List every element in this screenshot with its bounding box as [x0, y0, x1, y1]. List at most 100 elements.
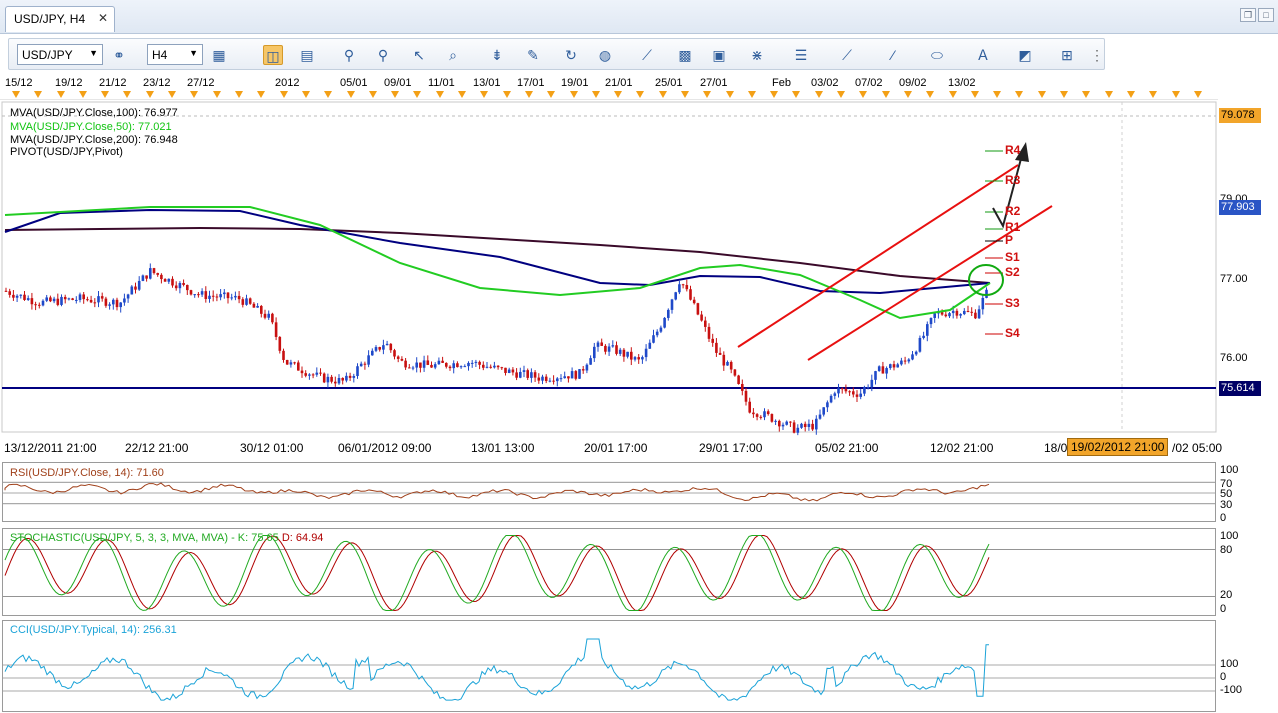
candle-body: [178, 283, 182, 289]
candle-body: [470, 362, 474, 364]
chart-tab[interactable]: USD/JPY, H4 ✕: [5, 6, 115, 32]
candle-body: [951, 310, 955, 314]
candle-body: [256, 305, 259, 308]
event-marker: [726, 91, 734, 98]
candle-body: [622, 349, 626, 357]
candle-body: [644, 348, 648, 358]
cursor-icon[interactable]: ↖: [409, 45, 429, 65]
symbol-select[interactable]: USD/JPY ▼: [17, 44, 103, 65]
candle-body: [363, 363, 367, 365]
top-date-label: 2012: [275, 77, 300, 89]
eraser-icon[interactable]: ◩: [1015, 45, 1035, 65]
candle-body: [34, 304, 37, 306]
x-axis-label: 05/02 21:00: [815, 441, 879, 455]
candle-body: [415, 362, 418, 368]
legend-ma200-text: MVA(USD/JPY.Close,200): 76.948: [10, 134, 178, 146]
template-icon[interactable]: ▣: [709, 45, 729, 65]
candle-body: [123, 298, 126, 303]
candle-body: [45, 297, 48, 301]
candle-body: [489, 366, 492, 368]
top-date-label: 05/01: [340, 77, 368, 89]
event-marker: [815, 91, 823, 98]
zoom-in-icon[interactable]: ⚲: [339, 45, 359, 65]
candle-body: [193, 294, 196, 296]
candle-body: [500, 367, 504, 369]
line-zoom-icon[interactable]: ⌕: [443, 45, 463, 65]
timeframe-select[interactable]: H4 ▼: [147, 44, 203, 65]
candle-body: [356, 366, 359, 376]
candle-body: [278, 336, 282, 351]
levels-icon[interactable]: ☰: [791, 45, 811, 65]
x-axis-label: 20/01 17:00: [584, 441, 648, 455]
cci-scale-label: 0: [1220, 671, 1227, 683]
hierarchy-icon[interactable]: ⊞: [1057, 45, 1077, 65]
trendline-icon[interactable]: ⟋: [837, 45, 857, 65]
candle-body: [315, 372, 319, 375]
crosshair-icon[interactable]: ⋇: [747, 45, 767, 65]
pencil-icon[interactable]: ✎: [523, 45, 543, 65]
measure-icon[interactable]: ⟋: [637, 45, 657, 65]
chart-toolbar: USD/JPY ▼ ⚭ H4 ▼ ▦ ◫ ▤ ⚲ ⚲ ↖ ⌕ ⇟ ✎ ↻ ◍ ⟋…: [8, 38, 1105, 70]
candle-body: [692, 299, 696, 304]
legend-ma100-text: MVA(USD/JPY.Close,100): 76.977: [10, 107, 178, 119]
candle-body: [126, 294, 130, 299]
restore-icon[interactable]: ❐: [1240, 8, 1256, 22]
candle-body: [93, 302, 97, 304]
candle-body: [112, 299, 115, 305]
top-date-label: 03/02: [811, 77, 839, 89]
candle-body: [189, 290, 193, 295]
candle-body: [426, 360, 430, 365]
candle-body: [297, 362, 300, 371]
bar-chart-icon[interactable]: ◫: [263, 45, 283, 65]
pivot-label-r1: R1: [1005, 220, 1021, 234]
event-marker: [12, 91, 20, 98]
candle-body: [171, 278, 174, 286]
rsi-pane[interactable]: [2, 462, 1216, 522]
cci-pane[interactable]: [2, 620, 1216, 712]
candle-body: [15, 295, 19, 298]
top-date-label: 09/02: [899, 77, 927, 89]
text-icon[interactable]: Ａ: [973, 45, 993, 65]
compare-icon[interactable]: ⚭: [109, 45, 129, 65]
event-marker: [748, 91, 756, 98]
ruler-icon[interactable]: ⇟: [487, 45, 507, 65]
candle-body: [796, 427, 800, 433]
candle-body: [186, 284, 189, 291]
candle-body: [778, 420, 781, 427]
candle-body: [903, 360, 907, 362]
close-icon[interactable]: ✕: [98, 11, 108, 25]
legend-ma100: MVA(USD/JPY.Close,100): 76.977: [10, 107, 178, 119]
more-icon[interactable]: ⋮: [1087, 45, 1107, 65]
ellipse-icon[interactable]: ⬭: [927, 45, 947, 65]
candle-body: [526, 370, 529, 378]
event-marker: [904, 91, 912, 98]
chart-type-icon[interactable]: ▦: [209, 45, 229, 65]
candle-body: [496, 365, 500, 368]
candle-chart-icon[interactable]: ▤: [297, 45, 317, 65]
candle-body: [263, 313, 267, 318]
top-date-label: 19/01: [561, 77, 589, 89]
candle-body: [874, 371, 877, 380]
legend-pivot: PIVOT(USD/JPY,Pivot): [10, 146, 123, 158]
maximize-icon[interactable]: □: [1258, 8, 1274, 22]
candle-body: [815, 418, 818, 430]
candle-body: [341, 378, 344, 381]
candle-body: [245, 298, 248, 305]
candle-body: [478, 361, 481, 365]
candle-body: [711, 338, 714, 343]
window-titlebar: USD/JPY, H4 ✕ ❐ □: [0, 0, 1278, 34]
candle-body: [885, 368, 888, 374]
candle-body: [604, 345, 607, 352]
globe-icon[interactable]: ◍: [595, 45, 615, 65]
zoom-out-icon[interactable]: ⚲: [373, 45, 393, 65]
rotate-icon[interactable]: ↻: [561, 45, 581, 65]
candle-body: [4, 290, 8, 292]
candle-body: [382, 345, 385, 350]
candle-body: [881, 366, 885, 374]
image-icon[interactable]: ▩: [675, 45, 695, 65]
candle-body: [900, 360, 903, 365]
event-marker: [324, 91, 332, 98]
pivot-label-r2: R2: [1005, 204, 1021, 218]
brush-icon[interactable]: ⁄: [883, 45, 903, 65]
event-marker: [1038, 91, 1046, 98]
